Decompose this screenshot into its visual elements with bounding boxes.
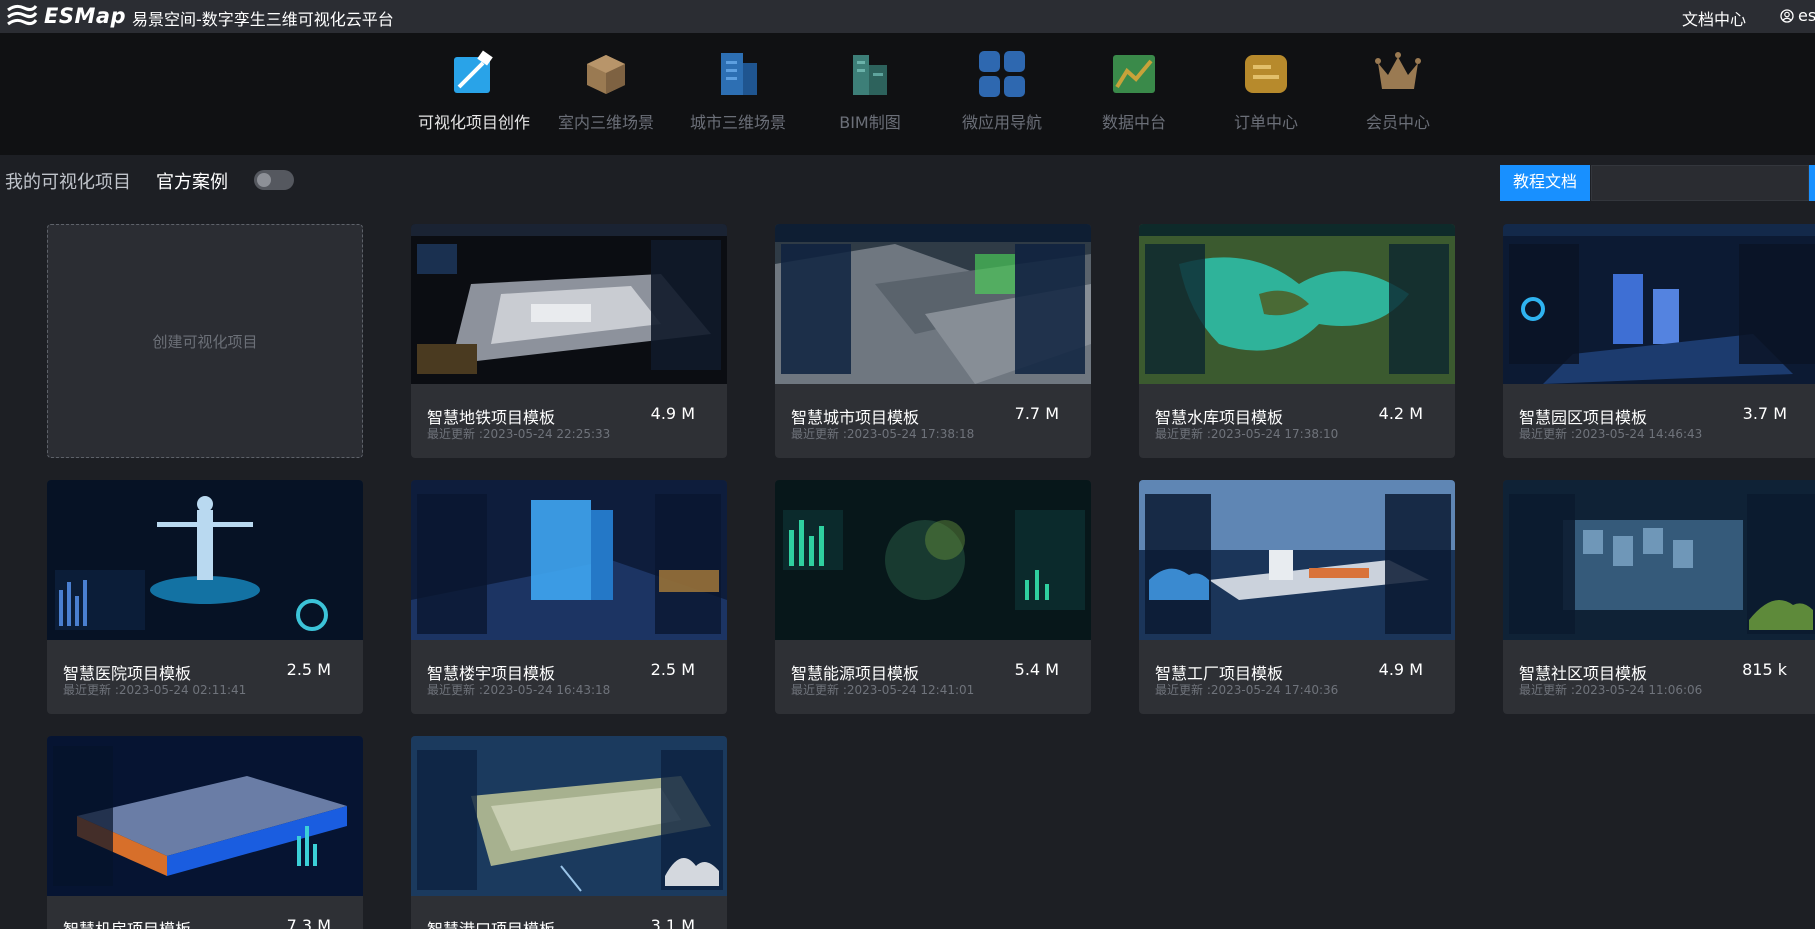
project-updated: 最近更新 :2023-05-24 11:06:06 <box>1519 683 1703 697</box>
nav-micro-app[interactable]: 微应用导航 <box>936 49 1068 133</box>
visual-project-icon <box>454 50 493 93</box>
toggle-knob <box>257 173 271 187</box>
project-size: 3.1 M <box>650 916 695 929</box>
project-thumbnail <box>1503 224 1815 384</box>
search-button[interactable] <box>1809 165 1815 201</box>
project-thumbnail <box>1503 480 1815 640</box>
project-thumbnail <box>47 736 363 896</box>
tutorial-docs-button[interactable]: 教程文档 <box>1500 165 1590 201</box>
search-input[interactable] <box>1591 165 1809 201</box>
indoor-cube-icon <box>587 55 625 94</box>
project-thumbnail <box>1139 224 1455 384</box>
nav-indoor-scene[interactable]: 室内三维场景 <box>540 49 672 133</box>
project-thumbnail <box>775 224 1091 384</box>
nav-label: BIM制图 <box>839 113 901 132</box>
project-thumbnail <box>411 224 727 384</box>
project-size: 2.5 M <box>650 660 695 679</box>
esmap-logo-icon <box>7 4 38 26</box>
project-size: 5.4 M <box>1014 660 1059 679</box>
nav-member-center[interactable]: 会员中心 <box>1332 49 1464 133</box>
city-building-icon <box>721 53 757 95</box>
project-card-hospital[interactable]: 智慧医院项目模板 2.5 M 最近更新 :2023-05-24 02:11:41 <box>47 480 363 714</box>
nav-label: 数据中台 <box>1101 113 1166 132</box>
project-card-datacenter[interactable]: 智慧机房项目模板 7.3 M <box>47 736 363 929</box>
tab-my-projects[interactable]: 我的可视化项目 <box>5 168 131 194</box>
project-updated: 最近更新 :2023-05-24 16:43:18 <box>427 683 611 697</box>
project-card-energy[interactable]: 智慧能源项目模板 5.4 M 最近更新 :2023-05-24 12:41:01 <box>775 480 1091 714</box>
project-card-building[interactable]: 智慧楼宇项目模板 2.5 M 最近更新 :2023-05-24 16:43:18 <box>411 480 727 714</box>
nav-visual-project[interactable]: 可视化项目创作 <box>408 49 540 133</box>
top-bar: ESMap 易景空间-数字孪生三维可视化云平台 文档中心 es <box>0 0 1815 33</box>
project-card-reservoir[interactable]: 智慧水库项目模板 4.2 M 最近更新 :2023-05-24 17:38:10 <box>1139 224 1455 458</box>
logo[interactable]: ESMap <box>6 2 126 30</box>
nav-bim[interactable]: BIM制图 <box>804 49 936 133</box>
project-thumbnail <box>47 480 363 640</box>
user-icon <box>1780 8 1794 23</box>
project-updated: 最近更新 :2023-05-24 17:38:18 <box>791 427 975 441</box>
main-nav: 可视化项目创作 室内三维场景 城市三维场景 BIM制图 微应用导航 数据中台 订… <box>0 33 1815 155</box>
nav-label: 会员中心 <box>1365 113 1430 132</box>
project-thumbnail <box>411 736 727 896</box>
project-size: 4.9 M <box>1378 660 1423 679</box>
bim-building-icon <box>853 55 887 95</box>
project-card-park[interactable]: 智慧园区项目模板 3.7 M 最近更新 :2023-05-24 14:46:43 <box>1503 224 1815 458</box>
project-updated: 最近更新 :2023-05-24 22:25:33 <box>427 427 611 441</box>
project-card-port[interactable]: 智慧港口项目模板 3.1 M <box>411 736 727 929</box>
user-menu[interactable]: es <box>1780 6 1815 25</box>
project-updated: 最近更新 :2023-05-24 17:38:10 <box>1155 427 1339 441</box>
nav-city-scene[interactable]: 城市三维场景 <box>672 49 804 133</box>
nav-label: 订单中心 <box>1233 113 1298 132</box>
project-name: 智慧港口项目模板 <box>427 916 555 929</box>
project-card-city[interactable]: 智慧城市项目模板 7.7 M 最近更新 :2023-05-24 17:38:18 <box>775 224 1091 458</box>
project-thumbnail <box>775 480 1091 640</box>
data-center-icon <box>1113 55 1155 93</box>
create-project-card[interactable]: 创建可视化项目 <box>47 224 363 458</box>
project-size: 815 k <box>1742 660 1787 679</box>
project-updated: 最近更新 :2023-05-24 02:11:41 <box>63 683 247 697</box>
nav-data-center[interactable]: 数据中台 <box>1068 49 1200 133</box>
project-thumbnail <box>411 480 727 640</box>
crown-icon <box>1375 52 1421 89</box>
nav-label: 城市三维场景 <box>689 113 786 132</box>
order-center-icon <box>1245 55 1287 93</box>
project-name: 智慧机房项目模板 <box>63 916 191 929</box>
project-size: 7.3 M <box>286 916 331 929</box>
project-card-metro[interactable]: 智慧地铁项目模板 4.9 M 最近更新 :2023-05-24 22:25:33 <box>411 224 727 458</box>
project-card-factory[interactable]: 智慧工厂项目模板 4.9 M 最近更新 :2023-05-24 17:40:36 <box>1139 480 1455 714</box>
project-updated: 最近更新 :2023-05-24 12:41:01 <box>791 683 975 697</box>
logo-text: ESMap <box>44 4 127 28</box>
tab-official-cases[interactable]: 官方案例 <box>156 168 228 194</box>
project-updated: 最近更新 :2023-05-24 14:46:43 <box>1519 427 1703 441</box>
nav-label: 可视化项目创作 <box>417 113 530 132</box>
project-size: 7.7 M <box>1014 404 1059 423</box>
micro-app-nav-icon <box>979 51 1025 97</box>
project-updated: 最近更新 :2023-05-24 17:40:36 <box>1155 683 1339 697</box>
app-title: 易景空间-数字孪生三维可视化云平台 <box>132 10 394 29</box>
project-size: 2.5 M <box>286 660 331 679</box>
project-size: 4.9 M <box>650 404 695 423</box>
project-size: 3.7 M <box>1742 404 1787 423</box>
nav-label: 微应用导航 <box>961 113 1042 132</box>
project-card-community[interactable]: 智慧社区项目模板 815 k 最近更新 :2023-05-24 11:06:06 <box>1503 480 1815 714</box>
nav-label: 室内三维场景 <box>557 113 654 132</box>
official-cases-toggle[interactable] <box>254 170 294 190</box>
project-size: 4.2 M <box>1378 404 1423 423</box>
project-thumbnail <box>1139 480 1455 640</box>
create-project-label: 创建可视化项目 <box>152 332 258 351</box>
user-name: es <box>1798 6 1815 25</box>
nav-order-center[interactable]: 订单中心 <box>1200 49 1332 133</box>
doc-center-link[interactable]: 文档中心 <box>1682 6 1746 30</box>
